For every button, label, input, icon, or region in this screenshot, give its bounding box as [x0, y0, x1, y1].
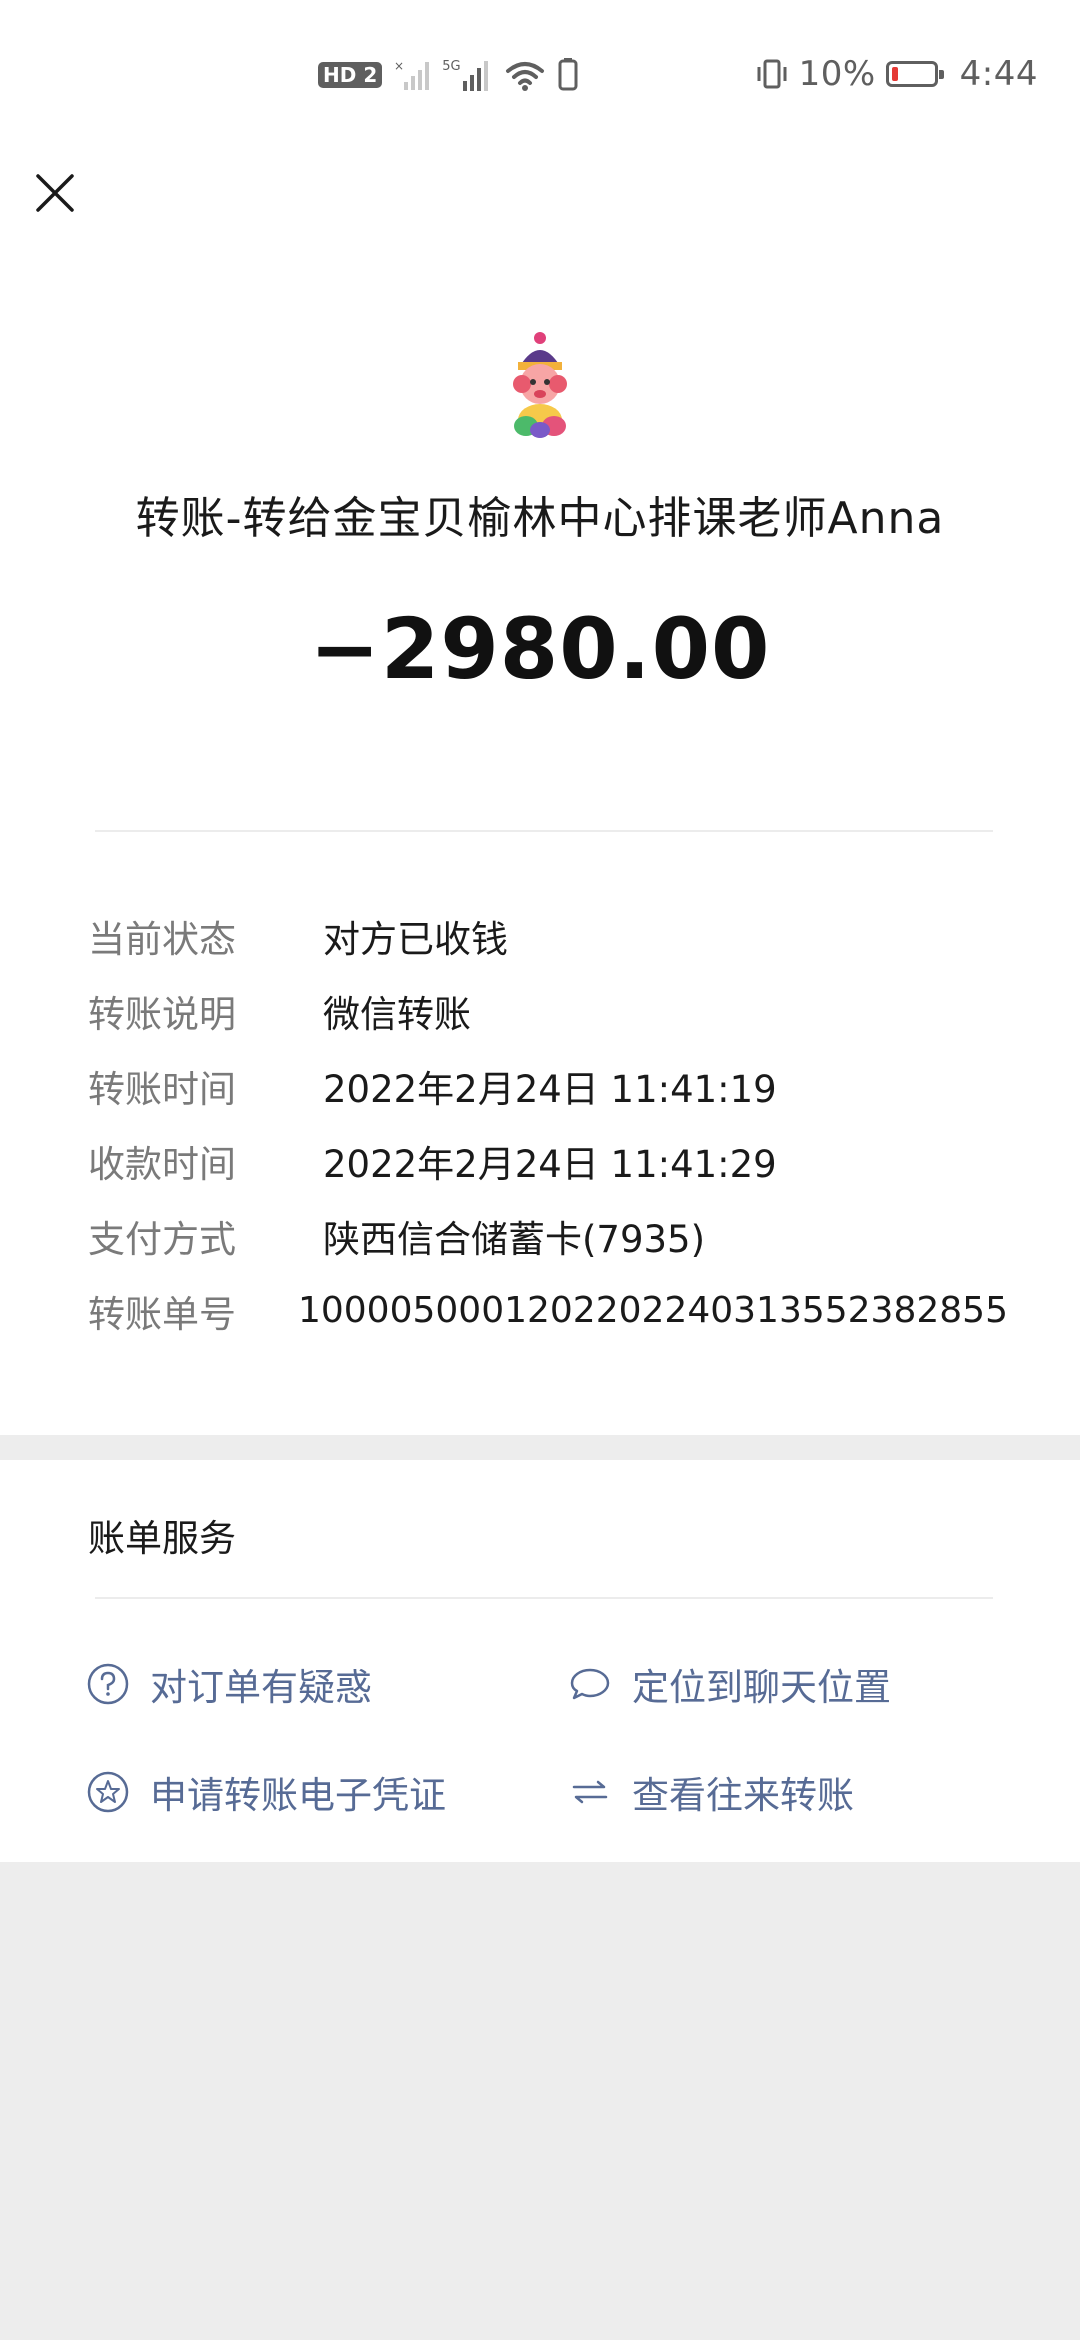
close-icon: [36, 174, 74, 212]
signal-x-icon: ×: [394, 59, 430, 90]
service-label: 查看往来转账: [632, 1774, 854, 1817]
services-divider: [95, 1597, 993, 1599]
detail-label: 转账时间: [88, 1067, 236, 1111]
question-circle-icon: [86, 1662, 130, 1706]
svg-text:×: ×: [394, 59, 404, 73]
avatar: [490, 330, 590, 450]
transfer-detail-page: HD 2 × 5G 10% 4:44 转账-转给金宝贝榆林中心排课老师Anna …: [0, 0, 1080, 2340]
signal-5g-icon: 5G: [442, 59, 492, 91]
locate-chat-button[interactable]: 定位到聊天位置: [568, 1657, 891, 1711]
exchange-arrows-icon: [568, 1770, 612, 1814]
order-question-button[interactable]: 对订单有疑惑: [86, 1657, 372, 1711]
detail-value: 微信转账: [323, 992, 471, 1036]
view-transfers-button[interactable]: 查看往来转账: [568, 1765, 854, 1819]
detail-value: 对方已收钱: [323, 917, 508, 961]
service-label: 申请转账电子凭证: [150, 1774, 446, 1817]
transfer-title: 转账-转给金宝贝榆林中心排课老师Anna: [135, 493, 945, 544]
service-label: 定位到聊天位置: [632, 1666, 891, 1709]
chat-bubble-icon: [568, 1662, 612, 1706]
detail-label: 收款时间: [88, 1142, 236, 1186]
transfer-amount: −2980.00: [309, 600, 771, 698]
detail-label: 转账单号: [88, 1292, 236, 1336]
close-button[interactable]: [30, 168, 80, 218]
detail-value: 2022年2月24日 11:41:29: [323, 1142, 777, 1186]
section-title: 账单服务: [88, 1517, 236, 1560]
detail-row-status: 当前状态 对方已收钱: [88, 898, 1008, 973]
detail-row-transfer-time: 转账时间 2022年2月24日 11:41:19: [88, 1048, 1008, 1123]
transfer-details: 当前状态 对方已收钱 转账说明 微信转账 转账时间 2022年2月24日 11:…: [88, 898, 1008, 1348]
detail-row-receive-time: 收款时间 2022年2月24日 11:41:29: [88, 1123, 1008, 1198]
detail-label: 当前状态: [88, 917, 236, 961]
detail-value: 陕西信合储蓄卡(7935): [323, 1217, 706, 1261]
clock: 4:44: [959, 54, 1038, 94]
summary-divider: [95, 830, 993, 832]
detail-row-note: 转账说明 微信转账: [88, 973, 1008, 1048]
wifi-icon: [505, 62, 544, 91]
detail-value: 2022年2月24日 11:41:19: [323, 1067, 777, 1111]
detail-label: 转账说明: [88, 992, 236, 1036]
transfer-summary-card: HD 2 × 5G 10% 4:44 转账-转给金宝贝榆林中心排课老师Anna …: [0, 0, 1080, 1435]
phone-icon: [558, 58, 578, 91]
bill-services-card: 账单服务 对订单有疑惑 定位到聊天位置 申请转账电子凭证 查看往来转账: [0, 1460, 1080, 1862]
status-bar: HD 2 × 5G 10% 4:44: [0, 0, 1080, 150]
detail-row-payment-method: 支付方式 陕西信合储蓄卡(7935): [88, 1198, 1008, 1273]
service-label: 对订单有疑惑: [150, 1666, 372, 1709]
vibrate-icon: [757, 59, 787, 89]
detail-row-transaction-id: 转账单号 1000050001202202240313552382855: [88, 1273, 1008, 1348]
hd-icon: HD 2: [318, 62, 383, 88]
avatar-image: [513, 332, 567, 438]
battery-icon: [885, 61, 944, 87]
request-receipt-button[interactable]: 申请转账电子凭证: [86, 1765, 446, 1819]
battery-percent: 10%: [798, 54, 876, 94]
battery-level: [891, 67, 898, 81]
detail-value: 1000050001202202240313552382855: [297, 1290, 1008, 1331]
star-circle-icon: [86, 1770, 130, 1814]
detail-label: 支付方式: [88, 1217, 236, 1261]
